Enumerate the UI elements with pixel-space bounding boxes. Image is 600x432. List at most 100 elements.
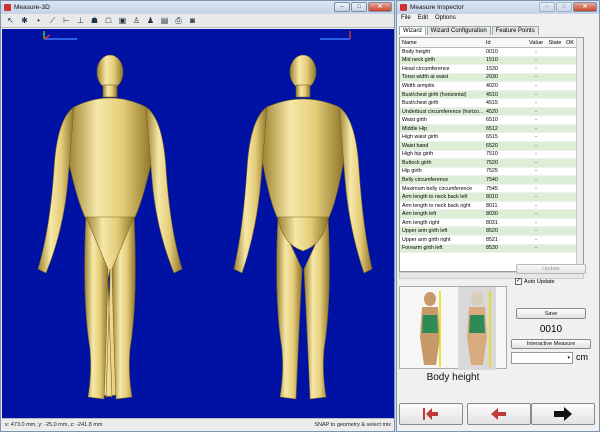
row-id: 6512 xyxy=(486,125,498,132)
inspector-close-button[interactable]: ✕ xyxy=(573,2,597,12)
row-value: - xyxy=(535,57,537,64)
maximize-button[interactable]: □ xyxy=(351,2,367,12)
viewport-canvas xyxy=(37,31,373,400)
row-value: - xyxy=(535,236,537,243)
torso-icon[interactable]: ▣ xyxy=(117,15,128,26)
table-row[interactable]: Waist band 6520 - xyxy=(400,142,583,151)
table-row[interactable]: Head circumference 1530 - xyxy=(400,65,583,74)
row-id: 2030 xyxy=(486,74,498,81)
close-button[interactable]: ✕ xyxy=(368,2,392,12)
tab-wizard-configuration[interactable]: Wizard Configuration xyxy=(426,26,491,35)
col-value[interactable]: Value xyxy=(526,40,546,46)
inspector-title-bar[interactable]: Measure Inspector – □ ✕ xyxy=(397,1,599,14)
table-row[interactable]: Waist girth 6510 - xyxy=(400,116,583,125)
row-value: - xyxy=(535,168,537,175)
table-row[interactable]: High waist girth 6515 - xyxy=(400,133,583,143)
tab-feature-points[interactable]: Feature Points xyxy=(491,26,539,35)
print-icon[interactable]: ⎙ xyxy=(173,15,184,26)
row-name: Arm length right xyxy=(402,219,440,226)
body-back-view[interactable] xyxy=(233,54,373,400)
col-ok[interactable]: OK xyxy=(564,40,576,46)
table-row[interactable]: Arm length to neck back left 8010 - xyxy=(400,193,583,202)
measure-preview-panel xyxy=(399,286,507,370)
measure-line-icon[interactable]: ⊢ xyxy=(61,15,72,26)
row-value: - xyxy=(535,100,537,107)
table-row[interactable]: Arm length to neck back right 8011 - xyxy=(400,202,583,211)
inspector-maximize-button[interactable]: □ xyxy=(556,2,572,12)
table-row[interactable]: Maximum belly circumference 7545 - xyxy=(400,185,583,194)
row-value: - xyxy=(535,228,537,235)
col-state[interactable]: State xyxy=(546,40,564,46)
table-row[interactable]: Forearm girth left 8530 - xyxy=(400,244,583,254)
3d-viewport[interactable] xyxy=(2,29,394,418)
row-id: 1510 xyxy=(486,57,498,64)
row-value: - xyxy=(535,245,537,252)
row-value: - xyxy=(535,142,537,149)
table-row[interactable]: Hip girth 7525 - xyxy=(400,167,583,177)
dot-icon[interactable]: • xyxy=(33,15,44,26)
table-row[interactable]: Belly circumference 7540 - xyxy=(400,176,583,185)
table-row[interactable]: Arm length right 8031 - xyxy=(400,219,583,228)
table-body: Body height 0010- Mid neck girth 1510- Head … xyxy=(400,48,583,254)
table-row[interactable]: Upper arm girth right 8521 - xyxy=(400,236,583,245)
axis-icon[interactable]: ⊥ xyxy=(75,15,86,26)
unit-label: cm xyxy=(576,352,588,362)
pointer-icon[interactable]: ↖ xyxy=(5,15,16,26)
camera-icon[interactable]: ◙ xyxy=(187,15,198,26)
table-row[interactable]: Buttock girth 7520 - xyxy=(400,159,583,168)
menu-options[interactable]: Options xyxy=(435,15,456,23)
tab-wizard[interactable]: Wizard xyxy=(399,26,426,35)
next-button[interactable] xyxy=(531,403,595,425)
inspector-minimize-button[interactable]: – xyxy=(539,2,555,12)
table-row[interactable]: Mid neck girth 1510 - xyxy=(400,56,583,66)
body-front-view[interactable] xyxy=(37,54,183,400)
star-icon[interactable]: ✱ xyxy=(19,15,30,26)
row-name: Middle Hip xyxy=(402,125,428,132)
row-id: 6520 xyxy=(486,142,498,149)
row-value: - xyxy=(535,74,537,81)
table-row[interactable]: High hip girth 7510 - xyxy=(400,150,583,160)
first-button[interactable] xyxy=(399,403,463,425)
value-input[interactable]: ▾ xyxy=(511,352,573,364)
row-id: 6515 xyxy=(486,134,498,141)
inspector-title: Measure Inspector xyxy=(410,4,464,11)
spinner-arrow-icon[interactable]: ▾ xyxy=(567,355,570,361)
row-id: 4510 xyxy=(486,91,498,98)
minimize-button[interactable]: – xyxy=(334,2,350,12)
body-front-icon[interactable]: ☖ xyxy=(103,15,114,26)
document-icon[interactable]: ▤ xyxy=(159,15,170,26)
body-scan-icon[interactable]: ☗ xyxy=(89,15,100,26)
title-bar[interactable]: Measure-3D – □ ✕ xyxy=(1,1,394,14)
table-row[interactable]: Torso width at waist 2030 - xyxy=(400,73,583,83)
back-button[interactable] xyxy=(467,403,531,425)
menu-edit[interactable]: Edit xyxy=(418,15,428,23)
coordinates-readout: x: 473.0 mm, y: -25.0 mm, z: -241.8 mm xyxy=(5,421,103,428)
figure-icon[interactable]: ♙ xyxy=(131,15,142,26)
table-scrollbar[interactable] xyxy=(576,38,583,271)
row-id: 1530 xyxy=(486,65,498,72)
update-button[interactable]: Update xyxy=(516,264,586,274)
table-row[interactable]: Bust/chest girth 4515 - xyxy=(400,99,583,108)
toolbar: ↖ ✱ • ⟋ ⊢ ⊥ ☗ ☖ ▣ ♙ ♟ ▤ ⎙ ◙ xyxy=(1,14,394,28)
row-id: 4020 xyxy=(486,82,498,89)
row-id: 8520 xyxy=(486,228,498,235)
table-row[interactable]: Width armpits 4020 - xyxy=(400,82,583,91)
table-row[interactable]: Arm length left 8030 - xyxy=(400,210,583,219)
interactive-measure-button[interactable]: Interactive Measure xyxy=(511,339,591,349)
row-value: - xyxy=(535,151,537,158)
table-row[interactable]: Upper arm girth left 8520 - xyxy=(400,227,583,237)
save-button[interactable]: Save xyxy=(516,308,586,319)
table-row[interactable]: Middle Hip 6512 - xyxy=(400,124,583,134)
figure-measure-icon[interactable]: ♟ xyxy=(145,15,156,26)
table-row[interactable]: Underbust circumference (horizo... 4520 - xyxy=(400,107,583,117)
table-row[interactable]: Bust/chest girth (horizontal) 4510 - xyxy=(400,90,583,100)
auto-update-checkbox[interactable]: ✓ xyxy=(515,278,522,285)
col-id[interactable]: Id xyxy=(484,40,526,46)
row-id: 8530 xyxy=(486,245,498,252)
col-name[interactable]: Name xyxy=(400,40,484,46)
table-row[interactable]: Body height 0010 - xyxy=(400,48,583,57)
snap-mode: SNAP to geometry & select mix xyxy=(314,421,391,428)
ruler-icon[interactable]: ⟋ xyxy=(47,15,58,26)
menu-file[interactable]: File xyxy=(401,15,411,23)
app-icon xyxy=(4,4,11,11)
